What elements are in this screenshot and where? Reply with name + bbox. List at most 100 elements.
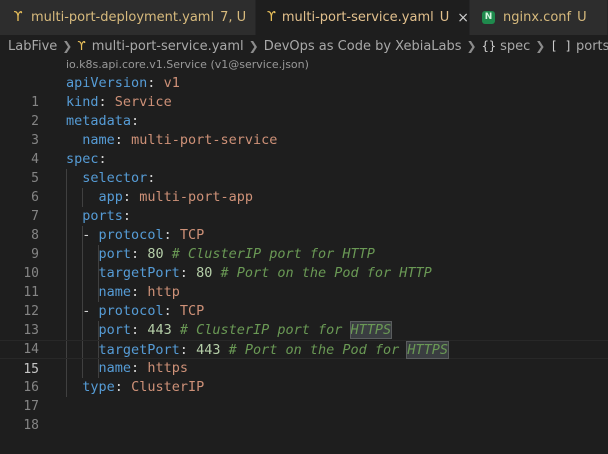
yaml-comment: # ClusterIP port for bbox=[179, 322, 351, 338]
colon: : bbox=[131, 113, 140, 129]
yaml-key: targetPort bbox=[98, 265, 180, 281]
yaml-key: name bbox=[82, 132, 115, 148]
code-line: 8 ports: bbox=[0, 207, 608, 243]
yaml-comment: # Port on the Pod for bbox=[228, 342, 408, 358]
code-line: 9 - protocol: TCP bbox=[0, 226, 608, 262]
tab-label: multi-port-service.yaml bbox=[281, 10, 434, 25]
yaml-key: targetPort bbox=[98, 342, 180, 358]
close-icon[interactable]: × bbox=[457, 10, 469, 26]
yaml-key: app bbox=[98, 189, 123, 205]
yaml-key: selector bbox=[82, 170, 148, 186]
yaml-key: name bbox=[98, 284, 132, 300]
colon: : bbox=[147, 170, 156, 186]
colon: : bbox=[163, 303, 172, 319]
chevron-right-icon: ❯ bbox=[535, 39, 546, 53]
array-symbol-icon: [ ] bbox=[550, 39, 572, 53]
yaml-key: port bbox=[98, 322, 132, 338]
yaml-value: multi-port-service bbox=[131, 132, 278, 148]
yaml-key: apiVersion bbox=[66, 75, 148, 91]
colon: : bbox=[98, 94, 107, 110]
code-line: 16 name: https bbox=[0, 359, 608, 395]
yaml-icon: ϒ bbox=[77, 39, 86, 53]
tab-badge: 7, U bbox=[220, 10, 247, 25]
code-line: 6 selector: bbox=[0, 169, 608, 205]
colon: : bbox=[122, 189, 132, 205]
selection-highlight: HTTPS bbox=[349, 321, 393, 339]
code-line: 5 spec: bbox=[0, 150, 608, 186]
yaml-value: v1 bbox=[163, 75, 180, 91]
colon: : bbox=[147, 75, 156, 91]
list-dash: - bbox=[82, 303, 91, 319]
chevron-right-icon: ❯ bbox=[62, 39, 73, 53]
code-line: 10 port: 80 # ClusterIP port for HTTP bbox=[0, 245, 608, 281]
colon: : bbox=[131, 246, 140, 262]
yaml-key: ports bbox=[82, 208, 123, 224]
yaml-icon: ϒ bbox=[266, 10, 276, 25]
colon: : bbox=[98, 151, 107, 167]
colon: : bbox=[122, 208, 132, 224]
code-line: 14 port: 443 # ClusterIP port for HTTPS bbox=[0, 321, 608, 357]
chevron-right-icon: ❯ bbox=[248, 39, 259, 53]
tab-badge: U bbox=[577, 10, 587, 25]
nginx-icon: N bbox=[482, 11, 495, 24]
line-number: 18 bbox=[23, 418, 39, 433]
yaml-value: http bbox=[147, 284, 180, 300]
colon: : bbox=[131, 284, 140, 300]
yaml-value: https bbox=[147, 360, 188, 376]
yaml-number: 443 bbox=[196, 342, 221, 358]
yaml-number: 80 bbox=[196, 265, 213, 281]
tab-badge: U bbox=[439, 10, 450, 25]
schema-codelens[interactable]: io.k8s.api.core.v1.Service (v1@service.j… bbox=[66, 58, 309, 72]
yaml-key: protocol bbox=[98, 303, 164, 319]
editor-tab-bar: ϒ multi-port-deployment.yaml 7, U ϒ mult… bbox=[0, 0, 608, 35]
code-line: 11 targetPort: 80 # Port on the Pod for … bbox=[0, 264, 608, 300]
yaml-comment: # Port on the Pod for HTTP bbox=[220, 265, 432, 281]
yaml-value: TCP bbox=[179, 227, 205, 243]
code-line-current: 15 targetPort: 443 # Port on the Pod for… bbox=[0, 340, 608, 377]
yaml-value: Service bbox=[114, 94, 172, 110]
code-line: 4 name: multi-port-service bbox=[0, 131, 608, 167]
yaml-key: kind bbox=[66, 94, 99, 110]
tab-nginx-conf[interactable]: N nginx.conf U bbox=[470, 0, 608, 35]
tab-label: nginx.conf bbox=[503, 10, 572, 25]
colon: : bbox=[114, 132, 123, 148]
yaml-key: type bbox=[82, 379, 115, 395]
object-symbol-icon: {} bbox=[481, 39, 497, 53]
colon: : bbox=[163, 227, 172, 243]
yaml-value: multi-port-app bbox=[139, 189, 253, 205]
tab-multi-port-service[interactable]: ϒ multi-port-service.yaml U × bbox=[256, 0, 470, 35]
colon: : bbox=[179, 342, 188, 358]
code-line: 7 app: multi-port-app bbox=[0, 188, 608, 224]
code-editor[interactable]: 1 apiVersion: v1 2 kind: Service 3 metad… bbox=[0, 74, 608, 433]
breadcrumb-file[interactable]: multi-port-service.yaml bbox=[92, 39, 244, 54]
yaml-key: protocol bbox=[98, 227, 164, 243]
code-line: 18 bbox=[0, 397, 608, 433]
yaml-number: 80 bbox=[147, 246, 164, 262]
code-line: 12 name: http bbox=[0, 283, 608, 319]
yaml-key: spec bbox=[66, 151, 99, 167]
code-line: 3 metadata: bbox=[0, 112, 608, 148]
yaml-value: ClusterIP bbox=[131, 379, 205, 395]
breadcrumb: LabFive ❯ ϒ multi-port-service.yaml ❯ De… bbox=[0, 35, 608, 57]
breadcrumb-ports[interactable]: ports bbox=[576, 39, 608, 54]
colon: : bbox=[131, 322, 140, 338]
code-line: 1 apiVersion: v1 bbox=[0, 74, 608, 110]
breadcrumb-spec[interactable]: spec bbox=[500, 39, 530, 54]
code-line: 2 kind: Service bbox=[0, 93, 608, 129]
selection-highlight: HTTPS bbox=[406, 341, 450, 359]
yaml-key: port bbox=[98, 246, 132, 262]
breadcrumb-schema[interactable]: DevOps as Code by XebiaLabs bbox=[264, 39, 462, 54]
yaml-comment: # ClusterIP port for HTTP bbox=[171, 246, 375, 262]
list-dash: - bbox=[82, 227, 91, 243]
tab-label: multi-port-deployment.yaml bbox=[31, 10, 215, 25]
colon: : bbox=[114, 379, 123, 395]
breadcrumb-folder[interactable]: LabFive bbox=[8, 39, 57, 54]
yaml-value: TCP bbox=[179, 303, 205, 319]
colon: : bbox=[179, 265, 188, 281]
code-line: 13 - protocol: TCP bbox=[0, 302, 608, 338]
yaml-key: metadata bbox=[66, 113, 132, 129]
tab-multi-port-deployment[interactable]: ϒ multi-port-deployment.yaml 7, U bbox=[0, 0, 256, 35]
yaml-icon: ϒ bbox=[13, 10, 23, 25]
code-line: 17 type: ClusterIP bbox=[0, 378, 608, 414]
yaml-key: name bbox=[98, 360, 132, 376]
